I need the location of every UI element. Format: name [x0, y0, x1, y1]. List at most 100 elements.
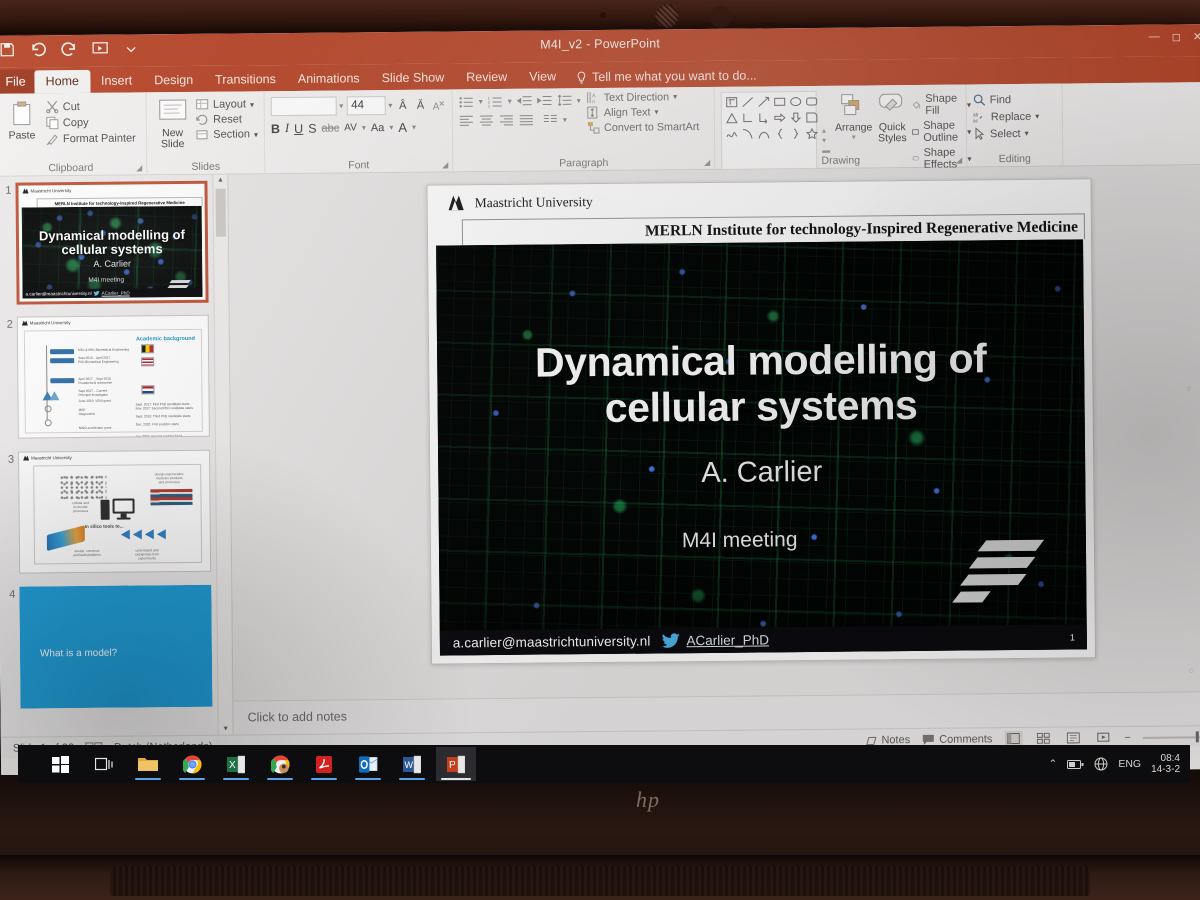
increase-indent-icon[interactable]	[537, 94, 552, 107]
change-case-button[interactable]: Aa	[371, 122, 385, 134]
tab-animations[interactable]: Animations	[287, 67, 371, 91]
find-button[interactable]: Find	[973, 93, 1056, 107]
powerpoint-button[interactable]: P	[436, 747, 476, 781]
align-text-button[interactable]: Align Text ▾	[587, 105, 700, 119]
tab-view[interactable]: View	[518, 65, 567, 88]
section-button[interactable]: Section ▾	[196, 128, 258, 141]
thumbnail-slide-4[interactable]: What is a model?	[19, 584, 213, 709]
convert-to-smartart-button[interactable]: Convert to SmartArt	[587, 120, 700, 134]
line-shape-icon[interactable]	[740, 95, 755, 110]
strikethrough-button[interactable]: abc	[321, 122, 339, 134]
show-hidden-icons-button[interactable]: ⌃	[1049, 758, 1058, 770]
acrobat-reader-button[interactable]	[304, 747, 344, 781]
font-size-input[interactable]: 44	[346, 96, 386, 116]
thumbnail-scrollbar-thumb[interactable]	[215, 188, 226, 237]
paragraph-dialog-launcher[interactable]: ◢	[704, 158, 710, 167]
thumbnail-row-1[interactable]: 1 Maastricht University MERLN Institute …	[0, 175, 229, 305]
elbow-arrow-icon[interactable]	[756, 110, 771, 125]
view-slide-sorter-button[interactable]	[1034, 731, 1052, 746]
zoom-out-button[interactable]: −	[1124, 731, 1131, 743]
align-center-icon[interactable]	[479, 114, 494, 126]
view-slideshow-button[interactable]	[1094, 730, 1112, 745]
thumbnail-row-2[interactable]: 2 Maastricht University Academic backgro…	[0, 303, 230, 439]
thumbnail-slide-2[interactable]: Maastricht University Academic backgroun…	[16, 314, 210, 439]
layout-button[interactable]: Layout ▾	[196, 98, 258, 111]
ribbon-group-font[interactable]: ▾ 44 ▾ Â Ǎ A B I U S abc AV ▾ Aa ▾ A ▾…	[264, 89, 454, 175]
ribbon[interactable]: Paste Cut Copy Format Painter Clipboard …	[0, 82, 1200, 177]
slide-thumbnail-panel[interactable]: 1 Maastricht University MERLN Institute …	[0, 174, 234, 737]
close-button[interactable]: ✕	[1193, 30, 1200, 43]
bullet-list-icon[interactable]	[459, 95, 474, 108]
minimize-button[interactable]: —	[1149, 31, 1160, 44]
clock[interactable]: 08:4 14-3-2	[1151, 753, 1180, 776]
view-reading-button[interactable]	[1064, 730, 1082, 745]
right-handle-icon-2[interactable]: ○	[1189, 665, 1195, 675]
excel-button[interactable]: X	[216, 747, 256, 781]
view-normal-button[interactable]	[1004, 730, 1023, 747]
tab-transitions[interactable]: Transitions	[204, 68, 287, 92]
curve-icon[interactable]	[740, 127, 755, 142]
word-button[interactable]: W	[392, 747, 432, 781]
zoom-slider[interactable]	[1142, 731, 1200, 744]
underline-button[interactable]: U	[294, 121, 303, 135]
windows-taskbar[interactable]: X W P ⌃ ENG 08:4 14-3-2	[18, 745, 1190, 783]
file-explorer-button[interactable]	[128, 747, 168, 781]
rounded-rectangle-shape-icon[interactable]	[804, 94, 819, 109]
font-name-input[interactable]	[270, 96, 337, 117]
taskbar-items[interactable]: X W P	[18, 747, 476, 781]
ribbon-group-paragraph[interactable]: ▾ 123 ▾ ▾ ▾ A n Text Direction ▾ Align T…	[452, 86, 716, 173]
increase-font-size-button[interactable]: Â	[395, 96, 410, 114]
select-button[interactable]: Select ▾	[973, 127, 1056, 141]
cut-button[interactable]: Cut	[46, 99, 136, 114]
shape-fill-button[interactable]: Shape Fill ▾	[912, 92, 971, 117]
decrease-font-size-button[interactable]: Ǎ	[413, 96, 428, 114]
italic-button[interactable]: I	[285, 121, 289, 136]
system-tray[interactable]: ⌃ ENG 08:4 14-3-2	[1049, 753, 1180, 776]
textbox-shape-icon[interactable]	[724, 95, 739, 110]
decrease-indent-icon[interactable]	[516, 95, 532, 108]
ribbon-group-slides[interactable]: New Slide Layout ▾ Reset Section ▾ Slide…	[146, 91, 266, 176]
clipboard-dialog-launcher[interactable]: ◢	[136, 163, 142, 172]
restore-button[interactable]: ◻	[1172, 30, 1181, 43]
text-direction-button[interactable]: An Text Direction ▾	[587, 90, 700, 104]
columns-icon[interactable]	[543, 113, 558, 125]
tab-file[interactable]: File	[0, 69, 35, 94]
arrow-shape-icon[interactable]	[756, 94, 771, 109]
thumbnail-row-3[interactable]: 3 Maastricht University cellular and mole…	[0, 437, 231, 574]
tab-design[interactable]: Design	[143, 69, 204, 93]
rectangle-shape-icon[interactable]	[772, 94, 787, 109]
ribbon-group-drawing[interactable]: ▴ ▾ ▬ Arrange ▾ Quick Styles Shape Fill …	[714, 84, 972, 171]
tab-insert[interactable]: Insert	[90, 69, 143, 93]
start-button[interactable]	[40, 747, 80, 781]
text-shadow-button[interactable]: S	[308, 121, 316, 135]
replace-button[interactable]: ab ac Replace ▾	[973, 110, 1056, 123]
left-brace-icon[interactable]	[772, 126, 787, 141]
scribble-icon[interactable]	[724, 127, 739, 142]
thumbnail-row-4[interactable]: 4 What is a model?	[0, 572, 232, 709]
copy-button[interactable]: Copy	[46, 115, 136, 130]
align-left-icon[interactable]	[459, 114, 474, 126]
network-icon[interactable]	[1094, 757, 1108, 771]
character-spacing-button[interactable]: AV	[344, 122, 357, 133]
thumbnail-slide-3[interactable]: Maastricht University cellular and molecu…	[18, 449, 212, 574]
font-color-button[interactable]: A	[398, 120, 407, 135]
chrome-profile-button[interactable]	[260, 747, 300, 781]
align-right-icon[interactable]	[499, 114, 514, 126]
line-spacing-icon[interactable]	[557, 94, 572, 107]
down-arrow-block-icon[interactable]	[788, 110, 803, 125]
right-brace-icon[interactable]	[788, 126, 803, 141]
tab-home[interactable]: Home	[34, 69, 91, 94]
tab-slide-show[interactable]: Slide Show	[371, 66, 456, 90]
elbow-connector-icon[interactable]	[740, 111, 755, 126]
numbered-list-icon[interactable]: 123	[488, 95, 503, 108]
scroll-down-icon[interactable]: ▼	[221, 726, 231, 733]
chrome-button[interactable]	[172, 747, 212, 781]
clear-formatting-icon[interactable]: A	[431, 96, 446, 114]
battery-icon[interactable]	[1067, 759, 1084, 770]
reset-button[interactable]: Reset	[196, 113, 258, 126]
oval-shape-icon[interactable]	[788, 94, 803, 109]
outlook-button[interactable]	[348, 747, 388, 781]
justify-icon[interactable]	[519, 114, 534, 126]
thumbnail-slide-1[interactable]: Maastricht University MERLN Institute fo…	[15, 180, 209, 305]
tab-review[interactable]: Review	[455, 66, 518, 90]
